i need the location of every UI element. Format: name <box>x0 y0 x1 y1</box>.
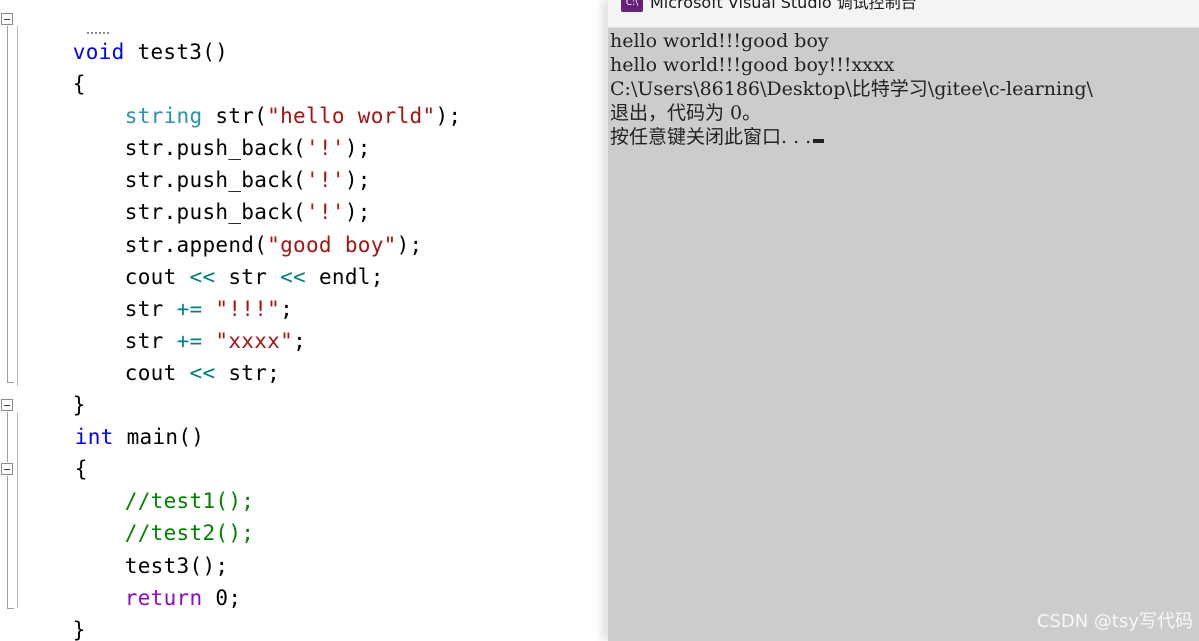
console-prompt-text: 按任意键关闭此窗口. . . <box>610 126 812 148</box>
console-line-4: 退出，代码为 0。 <box>610 102 762 124</box>
code-line-14[interactable]: { <box>23 421 88 481</box>
hint-squiggle <box>87 29 109 34</box>
code-line-2[interactable]: { <box>21 36 86 96</box>
console-line-3: C:\Users\86186\Desktop\比特学习\gitee\c-lear… <box>610 78 1093 100</box>
code-line-7[interactable]: str.append("good boy"); <box>73 197 422 257</box>
code-line-3[interactable]: string str("hello world"); <box>73 68 461 128</box>
console-line-5: 按任意键关闭此窗口. . . <box>610 125 1195 149</box>
debug-console-window[interactable]: C:\ Microsoft Visual Studio 调试控制台 hello … <box>608 0 1199 641</box>
code-editor[interactable]: void test3() { string str("hello world")… <box>0 0 608 641</box>
code-line-12[interactable]: } <box>21 357 86 417</box>
code-line-10[interactable]: str += "xxxx"; <box>73 293 306 353</box>
code-line-4[interactable]: str.push_back('!'); <box>73 100 371 160</box>
brace-guide-main <box>17 412 18 608</box>
console-line-1: hello world!!!good boy <box>610 30 829 52</box>
collapse-main-icon[interactable] <box>1 399 13 411</box>
function-name-test3: test3 <box>137 40 203 64</box>
stream-operator: << <box>189 361 216 385</box>
console-output[interactable]: hello world!!!good boy hello world!!!goo… <box>610 29 1195 149</box>
brace-guide-test3 <box>17 26 18 386</box>
code-line-9[interactable]: str += "!!!"; <box>73 261 293 321</box>
code-line-17[interactable]: test3(); <box>73 518 228 578</box>
fold-guide-test3 <box>7 26 8 382</box>
visual-studio-console-icon: C:\ <box>621 0 643 12</box>
keyword-return: return <box>124 586 203 610</box>
code-line-1[interactable]: void test3() <box>21 4 228 64</box>
code-line-13[interactable]: int main() <box>23 389 204 449</box>
code-line-15[interactable]: //test1(); <box>73 453 254 513</box>
fold-guide-main-body <box>7 476 8 608</box>
function-name-main: main() <box>113 425 205 449</box>
code-line-19[interactable]: } <box>21 582 86 641</box>
code-line-6[interactable]: str.push_back('!'); <box>73 164 371 224</box>
code-line-18[interactable]: return 0; <box>73 550 241 610</box>
collapse-comment-icon[interactable] <box>1 463 13 475</box>
console-title: Microsoft Visual Studio 调试控制台 <box>650 0 917 12</box>
fold-end-test3 <box>7 382 14 383</box>
code-line-16[interactable]: //test2(); <box>73 485 254 545</box>
fold-guide-main <box>7 412 8 462</box>
console-line-2: hello world!!!good boy!!!xxxx <box>610 54 895 76</box>
console-title-bar[interactable]: C:\ Microsoft Visual Studio 调试控制台 <box>608 0 1199 28</box>
watermark: CSDN @tsy写代码 <box>1036 611 1193 632</box>
fold-end-main <box>7 608 14 609</box>
code-line-5[interactable]: str.push_back('!'); <box>73 132 371 192</box>
code-line-11[interactable]: cout << str; <box>73 325 280 385</box>
code-line-8[interactable]: cout << str << endl; <box>73 229 384 289</box>
text-cursor-icon <box>813 139 825 143</box>
collapse-test3-icon[interactable] <box>1 13 13 25</box>
close-brace: } <box>72 618 86 641</box>
